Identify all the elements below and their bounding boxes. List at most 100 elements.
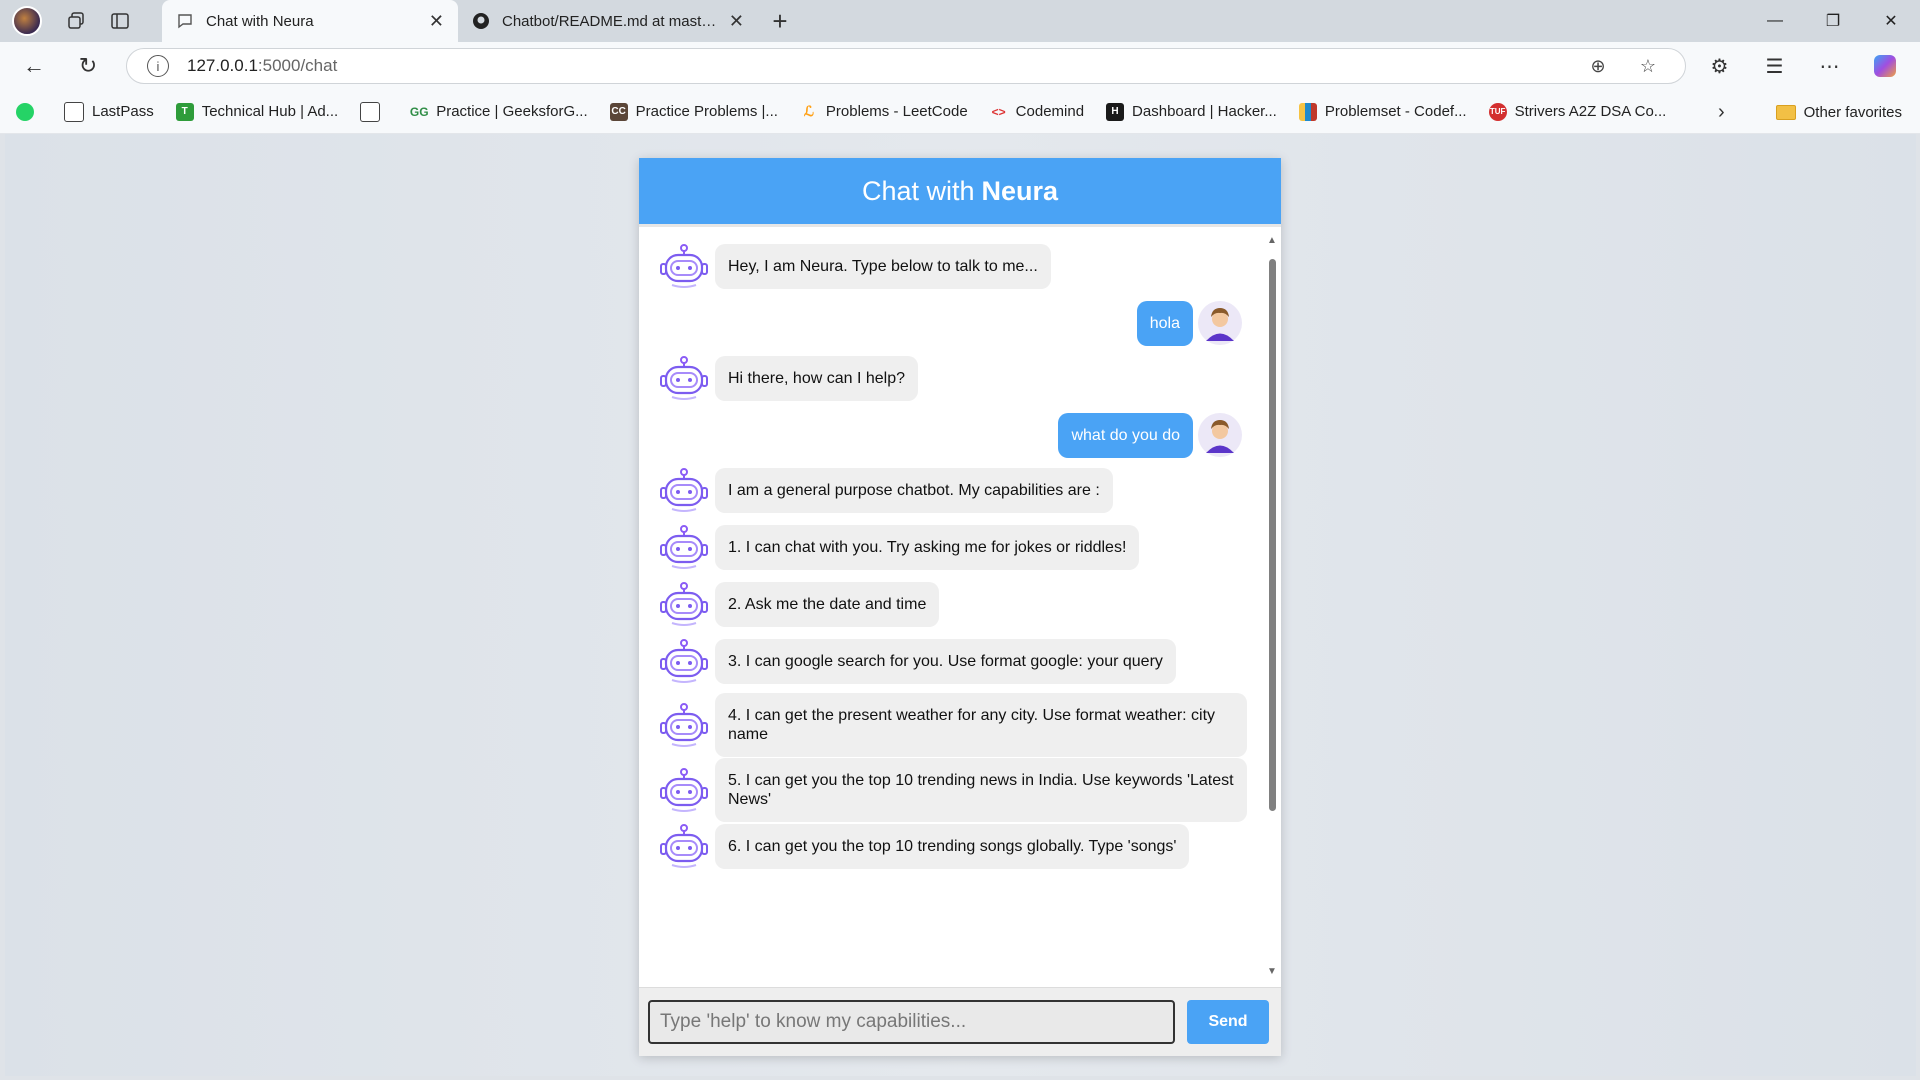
message-bubble: 6. I can get you the top 10 trending son…	[715, 823, 1190, 869]
bookmark-label: Problemset - Codef...	[1324, 103, 1467, 120]
close-window-icon[interactable]: ✕	[1862, 0, 1920, 42]
bookmarks-bar: LastPass T Technical Hub | Ad... GG Practi…	[0, 90, 1920, 134]
bookmark-label: Technical Hub | Ad...	[201, 103, 339, 120]
message-bubble: Hey, I am Neura. Type below to talk to m…	[715, 243, 1051, 289]
bookmark-geeksforgeeks[interactable]: GG Practice | GeeksforG...	[409, 103, 588, 121]
close-tab-icon[interactable]: ✕	[429, 11, 444, 32]
browser-tools: ⚙ ☰ ⋯	[1692, 42, 1912, 90]
more-menu-icon[interactable]: ⋯	[1802, 42, 1857, 90]
message-bubble: 5. I can get you the top 10 trending new…	[715, 758, 1247, 822]
gfg-icon: GG	[409, 104, 429, 119]
chat-icon	[176, 12, 194, 30]
tab-bar: Chat with Neura ✕ Chatbot/README.md at m…	[0, 0, 1920, 42]
url-host: 127.0.0.1	[187, 56, 258, 75]
bookmark-label: LastPass	[92, 103, 154, 120]
restore-icon[interactable]: ❐	[1804, 0, 1862, 42]
scroll-up-arrow-icon[interactable]: ▲	[1267, 235, 1277, 246]
vertical-tabs-icon[interactable]	[98, 0, 142, 42]
message-bubble: hola	[1136, 300, 1193, 346]
url-text[interactable]: 127.0.0.1:5000/chat	[187, 56, 1573, 76]
bot-message: 2. Ask me the date and time	[657, 580, 940, 628]
folder-icon	[1775, 104, 1796, 120]
codeforces-icon	[1298, 102, 1317, 121]
bookmark-label: Codemind	[1015, 103, 1085, 120]
tab-chat-with-neura[interactable]: Chat with Neura ✕	[162, 0, 458, 42]
favorites-icon[interactable]: ☰	[1747, 42, 1802, 90]
favorite-star-icon[interactable]: ☆	[1623, 56, 1673, 77]
user-avatar-icon	[1197, 412, 1243, 458]
scroll-down-arrow-icon[interactable]: ▼	[1267, 966, 1277, 977]
message-input[interactable]	[648, 1000, 1175, 1044]
message-bubble: 1. I can chat with you. Try asking me fo…	[715, 524, 1140, 570]
profile-avatar	[12, 6, 42, 36]
scrollbar[interactable]: ▲ ▼	[1267, 235, 1277, 977]
message-composer: Send	[639, 987, 1281, 1056]
bot-avatar-icon	[657, 766, 711, 814]
scroll-thumb[interactable]	[1269, 259, 1276, 811]
bookmark-technical-hub[interactable]: T Technical Hub | Ad...	[175, 102, 339, 121]
chat-header: Chat with Neura	[639, 158, 1281, 227]
cc-icon: CC	[609, 102, 628, 121]
bot-message: 6. I can get you the top 10 trending son…	[657, 822, 1190, 870]
page-icon	[64, 101, 84, 122]
message-bubble: 4. I can get the present weather for any…	[715, 693, 1247, 757]
other-favorites-folder[interactable]: Other favorites	[1775, 90, 1902, 134]
close-tab-icon[interactable]: ✕	[729, 11, 744, 32]
back-button[interactable]: ←	[10, 42, 58, 90]
bookmark-hackerrank[interactable]: H Dashboard | Hacker...	[1106, 102, 1277, 121]
bookmark-label: Strivers A2Z DSA Co...	[1514, 103, 1667, 120]
bot-avatar-icon	[657, 580, 711, 628]
bot-avatar-icon	[657, 637, 711, 685]
tab-title: Chatbot/README.md at master ·	[502, 12, 719, 30]
whatsapp-icon	[16, 102, 34, 121]
profile-button[interactable]	[0, 0, 54, 42]
bookmark-label: Practice | GeeksforG...	[436, 103, 588, 120]
user-message: hola	[1136, 300, 1243, 346]
bookmark-lastpass[interactable]: LastPass	[64, 101, 154, 122]
chat-title-name: Neura	[981, 175, 1059, 206]
bot-message: I am a general purpose chatbot. My capab…	[657, 466, 1113, 514]
codemind-icon: <>	[991, 104, 1006, 119]
bot-avatar-icon	[657, 701, 711, 749]
message-bubble: Hi there, how can I help?	[715, 355, 918, 401]
workspaces-icon[interactable]	[54, 0, 98, 42]
bookmark-codemind[interactable]: <> Codemind	[990, 103, 1084, 121]
zoom-icon[interactable]: ⊕	[1573, 56, 1623, 77]
bookmark-codechef[interactable]: CC Practice Problems |...	[609, 102, 778, 121]
copilot-icon[interactable]	[1857, 42, 1912, 90]
message-bubble: 2. Ask me the date and time	[715, 581, 940, 627]
bot-avatar-icon	[657, 354, 711, 402]
url-path: :5000/chat	[257, 56, 338, 75]
bot-avatar-icon	[657, 523, 711, 571]
chat-window: Chat with Neura ▲ ▼ Hey, I am Neura. Typ…	[639, 158, 1281, 1056]
page-background: Chat with Neura ▲ ▼ Hey, I am Neura. Typ…	[5, 134, 1916, 1076]
leetcode-icon: ℒ	[803, 103, 814, 119]
address-bar[interactable]: i 127.0.0.1:5000/chat ⊕ ☆	[126, 48, 1686, 84]
minimize-icon[interactable]: —	[1746, 0, 1804, 42]
bookmark-leetcode[interactable]: ℒ Problems - LeetCode	[800, 103, 968, 121]
extensions-icon[interactable]: ⚙	[1692, 42, 1747, 90]
refresh-button[interactable]: ↻	[64, 42, 112, 90]
bot-message: 3. I can google search for you. Use form…	[657, 637, 1176, 685]
bot-message: 4. I can get the present weather for any…	[657, 693, 1247, 757]
bookmark-codeforces[interactable]: Problemset - Codef...	[1298, 102, 1467, 121]
user-message: what do you do	[1058, 412, 1243, 458]
bot-message: 1. I can chat with you. Try asking me fo…	[657, 523, 1140, 571]
site-info-icon[interactable]: i	[147, 55, 169, 77]
send-button[interactable]: Send	[1187, 1000, 1269, 1044]
bookmark-whatsapp[interactable]	[16, 102, 42, 121]
bookmark-strivers[interactable]: TUF Strivers A2Z DSA Co...	[1488, 102, 1667, 121]
bot-avatar-icon	[657, 242, 711, 290]
message-bubble: what do you do	[1058, 412, 1193, 458]
bookmarks-overflow-chevron-icon[interactable]: ›	[1718, 90, 1725, 134]
bot-avatar-icon	[657, 466, 711, 514]
page-icon	[360, 101, 381, 122]
chat-title-prefix: Chat with	[861, 175, 975, 206]
other-favorites-label: Other favorites	[1803, 103, 1902, 121]
bookmark-label: Problems - LeetCode	[825, 103, 968, 120]
bookmark-page[interactable]	[360, 101, 388, 122]
bookmark-label: Practice Problems |...	[635, 103, 778, 120]
message-list[interactable]: ▲ ▼ Hey, I am Neura. Type below to talk …	[639, 227, 1281, 987]
tab-github-readme[interactable]: Chatbot/README.md at master · ✕	[458, 0, 758, 42]
new-tab-button[interactable]: +	[758, 0, 802, 42]
